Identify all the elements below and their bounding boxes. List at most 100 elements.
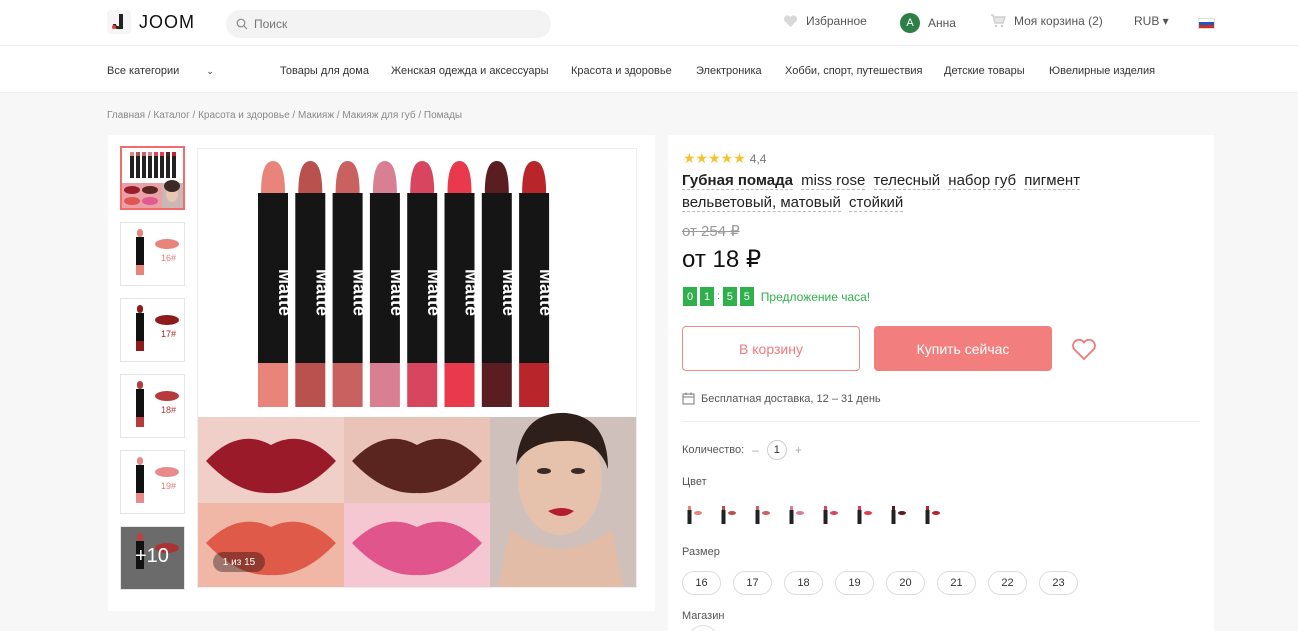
size-option[interactable]: 20: [886, 571, 925, 595]
mini-lipstick-body: [142, 156, 146, 178]
color-swatch[interactable]: [750, 502, 774, 528]
timer-digit: 5: [739, 287, 754, 306]
thumbnail-3[interactable]: 17#: [120, 298, 185, 362]
size-label: Размер: [682, 546, 720, 558]
favorites-label: Избранное: [806, 14, 867, 28]
thumbnail-5[interactable]: 19#: [120, 450, 185, 514]
category-beauty[interactable]: Красота и здоровье: [571, 65, 672, 77]
mini-lipstick-body: [136, 156, 140, 178]
thumbnail-shade-image: 18#: [136, 381, 179, 427]
color-label: Цвет: [682, 476, 707, 488]
breadcrumb[interactable]: Главная / Каталог / Красота и здоровье /…: [107, 110, 462, 121]
search-bar[interactable]: [226, 10, 551, 38]
product-rating[interactable]: ★★★★★ 4,4: [683, 150, 766, 167]
size-options: 16 17 18 19 20 21 22 23: [682, 571, 1078, 595]
cart-link[interactable]: Моя корзина (2): [990, 14, 1103, 28]
size-option[interactable]: 23: [1039, 571, 1078, 595]
rating-stars: ★★★★★: [683, 150, 746, 166]
lipstick-label: Matte: [424, 269, 444, 316]
thumbnail-2[interactable]: 16#: [120, 222, 185, 286]
store-label: Магазин: [682, 610, 725, 622]
title-main[interactable]: Губная помада: [682, 172, 793, 190]
thumbnail-1[interactable]: [120, 146, 185, 210]
size-option[interactable]: 16: [682, 571, 721, 595]
offer-timer: 0 1 : 5 5 Предложение часа!: [683, 287, 870, 306]
more-images-count: +10: [135, 545, 169, 567]
mini-lipstick-tip: [136, 152, 140, 156]
category-women[interactable]: Женская одежда и аксессуары: [391, 65, 549, 77]
category-hobby[interactable]: Хобби, спорт, путешествия: [785, 65, 922, 77]
chevron-down-icon: ⌄: [206, 66, 214, 76]
timer-digit: 0: [683, 287, 697, 306]
currency-select[interactable]: RUB ▾: [1134, 14, 1169, 28]
mini-lipstick-tip: [172, 152, 176, 156]
category-home[interactable]: Товары для дома: [280, 65, 369, 77]
old-price: от 254 ₽: [682, 223, 740, 240]
user-profile[interactable]: A Анна: [900, 13, 956, 33]
mini-lipstick-body: [154, 156, 158, 178]
mini-lipstick-tip: [130, 152, 134, 156]
divider: [682, 421, 1200, 422]
category-electronics[interactable]: Электроника: [696, 65, 762, 77]
lipstick-label: Matte: [499, 269, 519, 316]
add-to-cart-button[interactable]: В корзину: [682, 326, 860, 371]
product-photo: Matte Matte Matte Matte Matte Matte Matte Matte: [198, 149, 636, 587]
thumbnail-4-label: 18#: [161, 405, 176, 415]
lipstick-label: Matte: [350, 269, 370, 316]
add-to-favorites-button[interactable]: [1071, 338, 1097, 366]
lipstick-icon: [925, 506, 940, 524]
color-swatch[interactable]: [852, 502, 876, 528]
size-option[interactable]: 21: [937, 571, 976, 595]
all-categories-dropdown[interactable]: Все категории ⌄: [107, 65, 214, 77]
buy-now-button[interactable]: Купить сейчас: [874, 326, 1052, 371]
title-tag[interactable]: набор губ: [948, 172, 1017, 190]
thumbnail-shade-image: 19#: [136, 457, 179, 503]
title-tag[interactable]: стойкий: [849, 194, 904, 212]
mini-lipstick-tip: [142, 152, 146, 156]
mini-lipstick-body: [148, 156, 152, 178]
product-title: Губная помада miss rose телесный набор г…: [682, 170, 1142, 214]
logo-text: JOOM: [139, 11, 195, 32]
title-tag[interactable]: miss rose: [801, 172, 866, 190]
color-swatch[interactable]: [886, 502, 910, 528]
color-swatch[interactable]: [682, 502, 706, 528]
quantity-decrease-button[interactable]: –: [752, 443, 759, 457]
color-swatch[interactable]: [784, 502, 808, 528]
timer-digit: 1: [700, 287, 714, 306]
thumbnail-4[interactable]: 18#: [120, 374, 185, 438]
thumbnail-2-label: 16#: [161, 253, 176, 263]
quantity-label: Количество:: [682, 444, 745, 456]
size-option[interactable]: 22: [988, 571, 1027, 595]
color-swatch[interactable]: [716, 502, 740, 528]
avatar: A: [900, 13, 920, 33]
search-input[interactable]: [254, 17, 534, 31]
lipstick-icon: [857, 506, 872, 524]
main-product-image[interactable]: Matte Matte Matte Matte Matte Matte Matte Matte: [197, 148, 637, 588]
joom-logo[interactable]: JOOM: [107, 10, 195, 34]
lipstick-icon: [755, 506, 770, 524]
quantity-value[interactable]: 1: [766, 440, 787, 460]
category-jewelry[interactable]: Ювелирные изделия: [1049, 65, 1155, 77]
thumbnail-more[interactable]: +10: [120, 526, 185, 590]
quantity-increase-button[interactable]: +: [795, 443, 802, 457]
mini-lipstick-body: [166, 156, 170, 178]
rating-value: 4,4: [749, 151, 767, 166]
mini-lipstick-tip: [160, 152, 164, 156]
size-option[interactable]: 17: [733, 571, 772, 595]
lipstick-icon: [891, 506, 906, 524]
title-tag[interactable]: телесный: [873, 172, 941, 190]
title-tag[interactable]: вельветовый, матовый: [682, 194, 841, 212]
title-tag[interactable]: пигмент: [1024, 172, 1081, 190]
thumbnail-shade-image: 17#: [136, 305, 179, 351]
color-swatch[interactable]: [818, 502, 842, 528]
mini-lipstick-tip: [154, 152, 158, 156]
russia-flag-icon[interactable]: [1198, 18, 1215, 29]
size-option[interactable]: 18: [784, 571, 823, 595]
mini-lipstick-tip: [166, 152, 170, 156]
color-swatch[interactable]: [920, 502, 944, 528]
lipstick-label: Matte: [387, 269, 407, 316]
size-option[interactable]: 19: [835, 571, 874, 595]
lipstick-label: Matte: [462, 269, 482, 316]
category-kids[interactable]: Детские товары: [944, 65, 1025, 77]
favorites-link[interactable]: Избранное: [783, 14, 867, 28]
